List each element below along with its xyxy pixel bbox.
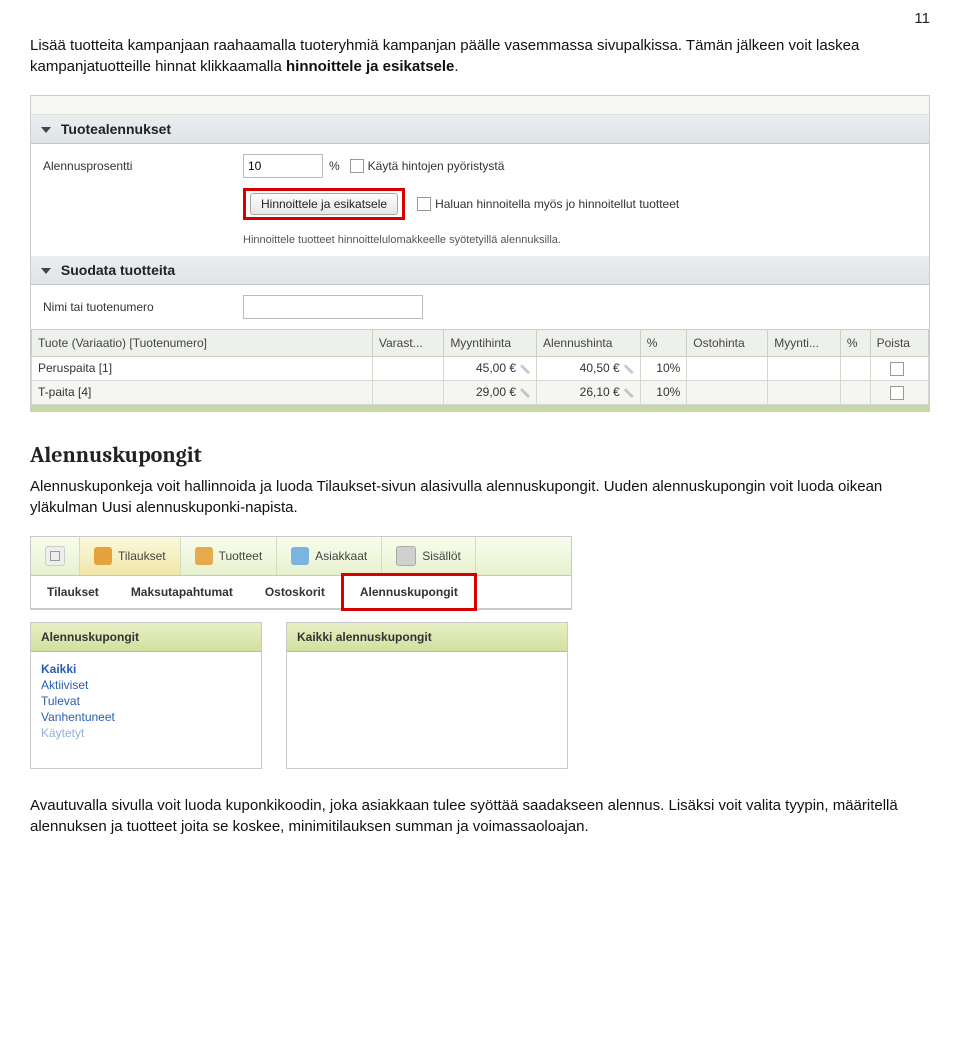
section-tuotealennukset[interactable]: Tuotealennukset [31, 115, 929, 144]
link-aktiiviset[interactable]: Aktiiviset [41, 678, 251, 692]
save-icon [45, 546, 65, 566]
table-row[interactable]: Peruspaita [1] 45,00 € 40,50 € 10% [32, 357, 929, 381]
subtab-tilaukset[interactable]: Tilaukset [31, 576, 115, 608]
list-body [287, 652, 567, 768]
alennusprosentti-input[interactable] [243, 154, 323, 178]
pyoristys-label: Käytä hintojen pyöristystä [368, 159, 505, 173]
cell-name: T-paita [4] [32, 380, 373, 404]
list-heading: Kaikki alennuskupongit [287, 623, 567, 652]
heading-alennuskupongit: Alennuskupongit [30, 442, 930, 468]
subtab-ostoskorit[interactable]: Ostoskorit [249, 576, 341, 608]
haluan-checkbox[interactable] [417, 197, 431, 211]
tabs-screenshot: Tilaukset Tuotteet Asiakkaat Sisällöt Ti… [30, 536, 572, 610]
cell-myyntihinta: 29,00 € [476, 385, 516, 399]
alennuskupongit-paragraph: Alennuskuponkeja voit hallinnoida ja luo… [30, 476, 930, 518]
th-myynti: Myynti... [768, 330, 841, 357]
haluan-label: Haluan hinnoitella myös jo hinnoitellut … [435, 197, 679, 211]
tab-asiakkaat[interactable]: Asiakkaat [277, 537, 382, 575]
poista-checkbox[interactable] [890, 362, 904, 376]
th-myyntihinta: Myyntihinta [444, 330, 537, 357]
tab-label: Tuotteet [219, 549, 263, 563]
th-alennushinta: Alennushinta [537, 330, 641, 357]
tab-label: Asiakkaat [315, 549, 367, 563]
section-label: Tuotealennukset [61, 121, 171, 137]
table-header-row: Tuote (Variaatio) [Tuotenumero] Varast..… [32, 330, 929, 357]
hinnoittele-hint: Hinnoittele tuotteet hinnoittelulomakkee… [243, 234, 929, 246]
tab-sisallot[interactable]: Sisällöt [382, 537, 476, 575]
row-nimi: Nimi tai tuotenumero [31, 285, 929, 329]
tab-tilaukset[interactable]: Tilaukset [80, 537, 181, 575]
list-alennuskupongit: Alennuskupongit Kaikki Aktiiviset Tuleva… [30, 622, 262, 769]
highlight-hinnoittele: Hinnoittele ja esikatsele [243, 188, 405, 220]
list-heading: Alennuskupongit [31, 623, 261, 652]
intro-after: . [454, 58, 458, 75]
cell-alennushinta: 26,10 € [580, 385, 620, 399]
th-varast: Varast... [372, 330, 443, 357]
table-row[interactable]: T-paita [4] 29,00 € 26,10 € 10% [32, 380, 929, 404]
subtab-alennuskupongit[interactable]: Alennuskupongit [341, 573, 477, 611]
document-icon [396, 546, 416, 566]
link-kaikki[interactable]: Kaikki [41, 662, 251, 676]
cell-myyntihinta: 45,00 € [476, 361, 516, 375]
pyoristys-checkbox[interactable] [350, 159, 364, 173]
nimi-label: Nimi tai tuotenumero [43, 300, 243, 314]
box-icon [195, 547, 213, 565]
edit-icon[interactable] [520, 364, 530, 374]
intro-bold: hinnoittele ja esikatsele [286, 58, 454, 75]
section-suodata[interactable]: Suodata tuotteita [31, 256, 929, 285]
th-ostohinta: Ostohinta [687, 330, 768, 357]
row-hinnoittele: Hinnoittele ja esikatsele Haluan hinnoit… [31, 188, 929, 230]
th-poista: Poista [870, 330, 928, 357]
box-icon [94, 547, 112, 565]
caret-down-icon [41, 268, 51, 274]
th-pct2: % [840, 330, 870, 357]
tab-label: Sisällöt [422, 549, 461, 563]
poista-checkbox[interactable] [890, 386, 904, 400]
tab-tuotteet[interactable]: Tuotteet [181, 537, 278, 575]
product-table: Tuote (Variaatio) [Tuotenumero] Varast..… [31, 329, 929, 405]
closing-paragraph: Avautuvalla sivulla voit luoda kuponkiko… [30, 795, 930, 837]
percent-sign: % [329, 159, 340, 173]
subtab-maksutapahtumat[interactable]: Maksutapahtumat [115, 576, 249, 608]
nimi-input[interactable] [243, 295, 423, 319]
list-body: Kaikki Aktiiviset Tulevat Vanhentuneet K… [31, 652, 261, 750]
cell-name: Peruspaita [1] [32, 357, 373, 381]
main-tabs-row: Tilaukset Tuotteet Asiakkaat Sisällöt [31, 537, 571, 576]
row-alennusprosentti: Alennusprosentti % Käytä hintojen pyöris… [31, 144, 929, 188]
tab-label: Tilaukset [118, 549, 166, 563]
th-tuote: Tuote (Variaatio) [Tuotenumero] [32, 330, 373, 357]
link-vanhentuneet[interactable]: Vanhentuneet [41, 710, 251, 724]
lists-screenshot: Alennuskupongit Kaikki Aktiiviset Tuleva… [30, 622, 930, 769]
caret-down-icon [41, 127, 51, 133]
cell-pct: 10% [640, 380, 687, 404]
people-icon [291, 547, 309, 565]
page-number: 11 [30, 10, 930, 27]
th-pct: % [640, 330, 687, 357]
link-tulevat[interactable]: Tulevat [41, 694, 251, 708]
edit-icon[interactable] [520, 388, 530, 398]
sub-tabs-row: Tilaukset Maksutapahtumat Ostoskorit Ale… [31, 576, 571, 609]
edit-icon[interactable] [624, 388, 634, 398]
hinnoittele-button[interactable]: Hinnoittele ja esikatsele [250, 193, 398, 215]
cell-pct: 10% [640, 357, 687, 381]
cell-alennushinta: 40,50 € [580, 361, 620, 375]
suodata-label: Suodata tuotteita [61, 262, 175, 278]
list-kaikki-alennuskupongit: Kaikki alennuskupongit [286, 622, 568, 769]
alennusprosentti-label: Alennusprosentti [43, 159, 243, 173]
link-kaytetyt[interactable]: Käytetyt [41, 726, 251, 740]
save-slot[interactable] [31, 537, 80, 575]
edit-icon[interactable] [624, 364, 634, 374]
tuotealennukset-screenshot: Tuotealennukset Alennusprosentti % Käytä… [30, 95, 930, 412]
intro-paragraph: Lisää tuotteita kampanjaan raahaamalla t… [30, 35, 930, 77]
